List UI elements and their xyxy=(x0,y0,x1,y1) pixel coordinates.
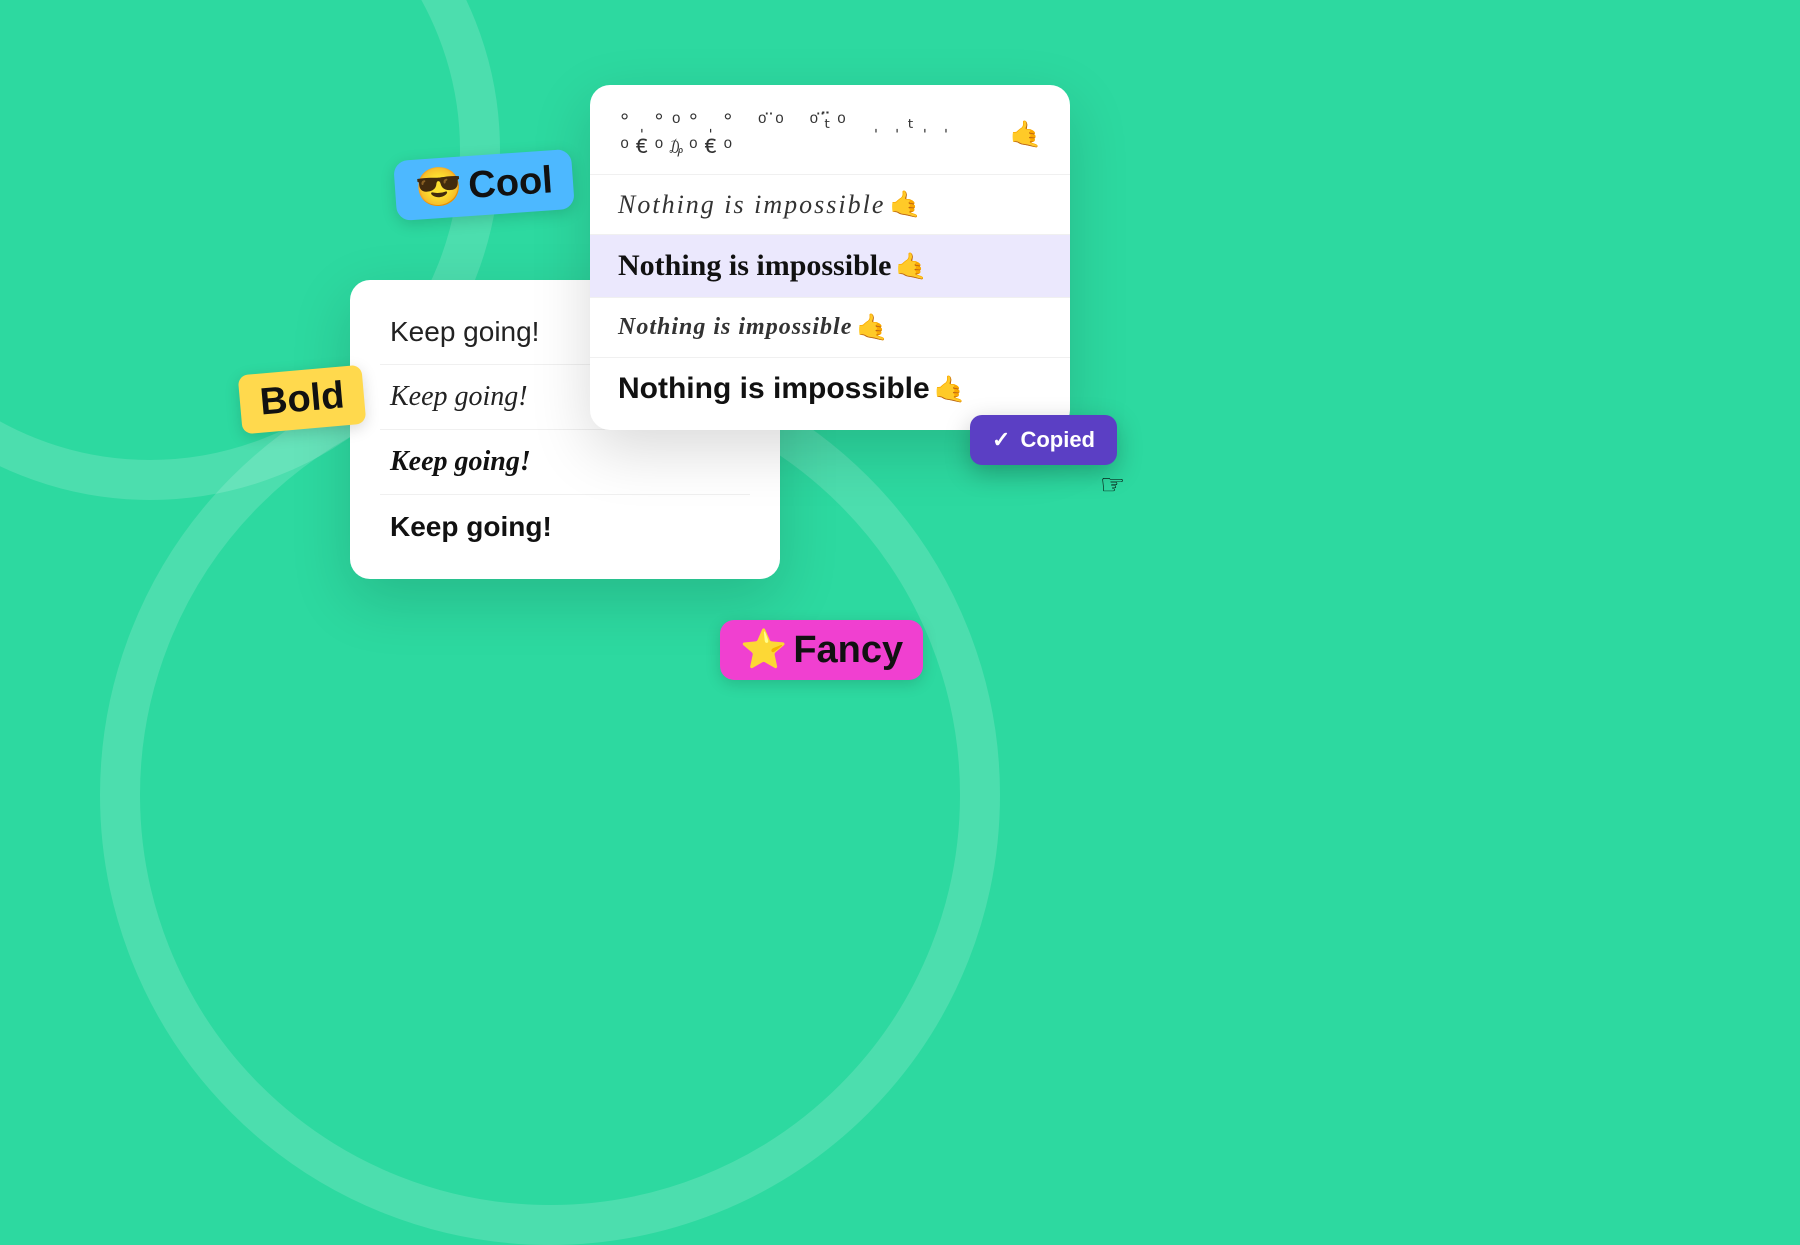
fancy-sticker-label: Fancy xyxy=(793,629,903,672)
cool-sticker-label: Cool xyxy=(467,159,554,208)
text-style-sans-bold: Nothing is impossible xyxy=(618,372,930,406)
text-style-bold-serif: Nothing is impossible xyxy=(618,249,891,283)
emoji-hand: 🤙 xyxy=(1010,119,1042,150)
cool-sticker-emoji: 😎 xyxy=(414,165,464,212)
table-row[interactable]: Keep going! xyxy=(380,430,750,495)
table-row-selected[interactable]: Nothing is impossible 🤙 xyxy=(590,235,1070,298)
nothing-impossible-card: °ˌ°ᵒ°ˌ° ᵒ̈ᵒ ᵒ̈ₜ̈ᵒ ˌ₞ˌₜˌ₞ˌ ᵒ€ᵒ₯ᵒ€ᵒ 🤙 Noth… xyxy=(590,85,1070,430)
text-style-bold: Keep going! xyxy=(390,511,552,543)
emoji-hand: 🤙 xyxy=(934,374,966,405)
text-style-italic: Keep going! xyxy=(390,381,528,413)
text-style-cursive: Nothing is impossible xyxy=(618,190,885,220)
text-style-normal: Keep going! xyxy=(390,316,539,348)
emoji-hand: 🤙 xyxy=(895,251,927,282)
emoji-hand: 🤙 xyxy=(856,312,888,343)
copied-label: Copied xyxy=(1020,427,1095,453)
table-row[interactable]: Nothing is impossible 🤙 xyxy=(590,298,1070,358)
cool-sticker: 😎 Cool xyxy=(393,149,575,221)
table-row[interactable]: Nothing is impossible 🤙 xyxy=(590,358,1070,420)
emoji-hand: 🤙 xyxy=(889,189,921,220)
fancy-sticker-emoji: ⭐ xyxy=(740,628,787,672)
copied-tooltip: ✓ Copied xyxy=(970,415,1117,465)
cursor-icon: ☞ xyxy=(1100,468,1125,501)
bold-sticker: Bold xyxy=(238,365,367,435)
table-row[interactable]: Nothing is impossible 🤙 xyxy=(590,175,1070,235)
table-row[interactable]: °ˌ°ᵒ°ˌ° ᵒ̈ᵒ ᵒ̈ₜ̈ᵒ ˌ₞ˌₜˌ₞ˌ ᵒ€ᵒ₯ᵒ€ᵒ 🤙 xyxy=(590,95,1070,175)
table-row[interactable]: Keep going! xyxy=(380,495,750,559)
text-style-bold-italic: Keep going! xyxy=(390,446,531,478)
checkmark-icon: ✓ xyxy=(992,427,1010,453)
bold-sticker-label: Bold xyxy=(258,374,346,424)
fancy-sticker: ⭐ Fancy xyxy=(720,620,923,680)
text-style-dots: °ˌ°ᵒ°ˌ° ᵒ̈ᵒ ᵒ̈ₜ̈ᵒ ˌ₞ˌₜˌ₞ˌ ᵒ€ᵒ₯ᵒ€ᵒ xyxy=(618,109,1006,160)
text-style-gothic: Nothing is impossible xyxy=(618,314,852,341)
